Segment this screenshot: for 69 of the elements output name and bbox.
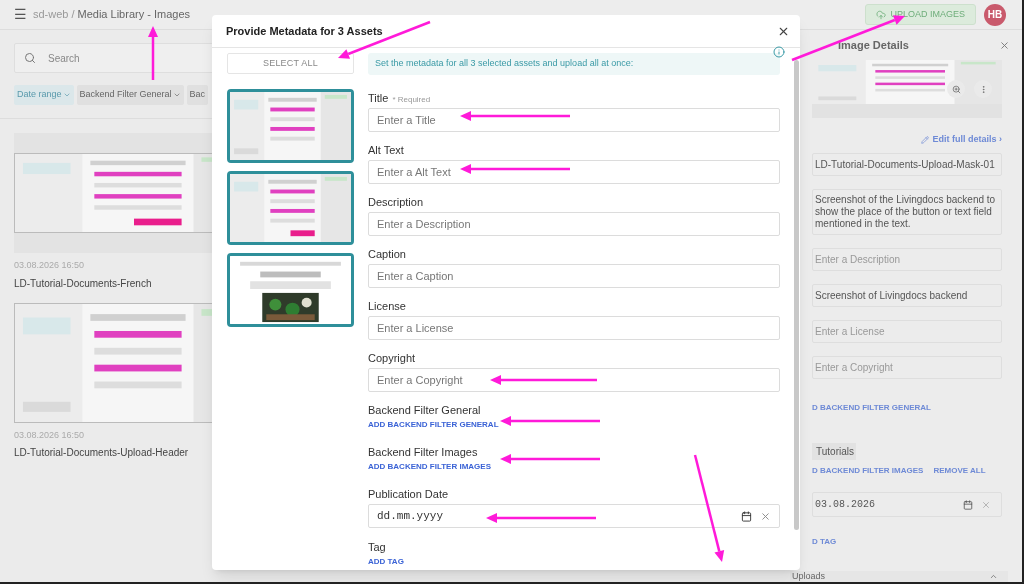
- text-field[interactable]: Enter a Description: [368, 212, 780, 236]
- filter-dropdown[interactable]: Bac: [186, 85, 209, 105]
- text-field[interactable]: Enter a License: [368, 316, 780, 340]
- text-field[interactable]: Enter a Copyright: [368, 368, 780, 392]
- calendar-icon[interactable]: [741, 510, 752, 522]
- text-field[interactable]: Enter a Alt Text: [368, 160, 780, 184]
- asset-date: 03.08.2026 16:50: [14, 259, 86, 272]
- text-field[interactable]: Enter a Copyright: [812, 356, 1002, 379]
- add-link[interactable]: ADD TAG: [368, 556, 780, 569]
- search-icon: [24, 52, 36, 64]
- page-title: Media Library - Images: [77, 7, 191, 23]
- edit-details-link[interactable]: Edit full details ›: [921, 133, 1002, 147]
- field-label: Copyright: [368, 351, 416, 366]
- filter-dropdown[interactable]: Date range: [14, 85, 74, 105]
- menu-icon[interactable]: ☰: [14, 4, 27, 25]
- zoom-icon: [951, 84, 961, 94]
- filter-dropdown[interactable]: Backend Filter General: [76, 85, 184, 105]
- chevron-icon: [62, 91, 71, 99]
- text-field[interactable]: Enter a Caption: [368, 264, 780, 288]
- dialog-title: Provide Metadata for 3 Assets: [226, 23, 384, 39]
- select-all-button[interactable]: SELECT ALL: [227, 53, 354, 74]
- upload-icon: [876, 9, 887, 20]
- uploads-bar[interactable]: Uploads: [790, 571, 1008, 582]
- pencil-icon: [921, 136, 930, 144]
- date-placeholder: dd.mm.yyyy: [377, 508, 443, 524]
- date-field[interactable]: 03.08.2026: [812, 492, 1002, 517]
- field-label: Backend Filter General: [368, 403, 481, 418]
- chevron-icon: [172, 91, 181, 99]
- uploads-label: Uploads: [792, 569, 826, 582]
- panel-title: Image Details: [838, 37, 910, 53]
- search-field[interactable]: Search: [14, 43, 212, 73]
- search-placeholder: Search: [48, 51, 80, 66]
- action-link[interactable]: D BACKEND FILTER IMAGES: [812, 465, 924, 477]
- tag-chip[interactable]: Tutorials: [812, 443, 856, 460]
- field-label: Alt Text: [368, 143, 404, 158]
- chevron-up-icon: [989, 572, 998, 581]
- asset-thumbnail[interactable]: [14, 133, 212, 253]
- field-label: Caption: [368, 247, 406, 262]
- field-label: Tag: [368, 540, 386, 555]
- text-field[interactable]: Enter a Description: [812, 248, 1002, 271]
- add-link[interactable]: ADD BACKEND FILTER GENERAL: [368, 419, 780, 432]
- field-label: Description: [368, 195, 424, 210]
- asset-name[interactable]: LD-Tutorial-Documents-Upload-Header: [14, 445, 212, 460]
- scrollbar[interactable]: [794, 60, 799, 530]
- clear-icon[interactable]: [760, 510, 771, 522]
- text-area[interactable]: Screenshot of the Livingdocs backend to show the place of the button or text field mentioned in the text.: [812, 189, 1002, 235]
- info-text: Set the metadata for all 3 selected assets and upload all at once:: [375, 57, 634, 71]
- text-field[interactable]: Screenshot of Livingdocs backend: [812, 284, 1002, 307]
- field-label: Backend Filter Images: [368, 445, 478, 460]
- date-field[interactable]: dd.mm.yyyy: [368, 504, 780, 528]
- user-avatar[interactable]: HB: [984, 3, 1006, 26]
- field-label: Publication Date: [368, 487, 449, 502]
- action-link[interactable]: REMOVE ALL: [933, 465, 986, 477]
- info-icon[interactable]: [773, 46, 785, 58]
- add-link[interactable]: ADD BACKEND FILTER IMAGES: [368, 461, 780, 474]
- date-value: 03.08.2026: [815, 498, 876, 512]
- text-field[interactable]: Enter a License: [812, 320, 1002, 343]
- asset-date: 03.08.2026 16:50: [14, 428, 86, 442]
- calendar-icon[interactable]: [963, 499, 973, 510]
- add-link[interactable]: D BACKEND FILTER GENERAL: [812, 402, 931, 414]
- breadcrumb-separator: /: [71, 7, 75, 23]
- required-note: * Required: [392, 94, 431, 106]
- field-label: Title: [368, 91, 389, 106]
- field-label: License: [368, 299, 406, 314]
- text-field[interactable]: Enter a Title: [368, 108, 780, 132]
- add-link[interactable]: D TAG: [812, 536, 837, 548]
- asset-name[interactable]: LD-Tutorial-Documents-French: [14, 275, 212, 291]
- annotation-arrow: [148, 26, 158, 80]
- text-field[interactable]: LD-Tutorial-Documents-Upload-Mask-01: [812, 153, 1002, 176]
